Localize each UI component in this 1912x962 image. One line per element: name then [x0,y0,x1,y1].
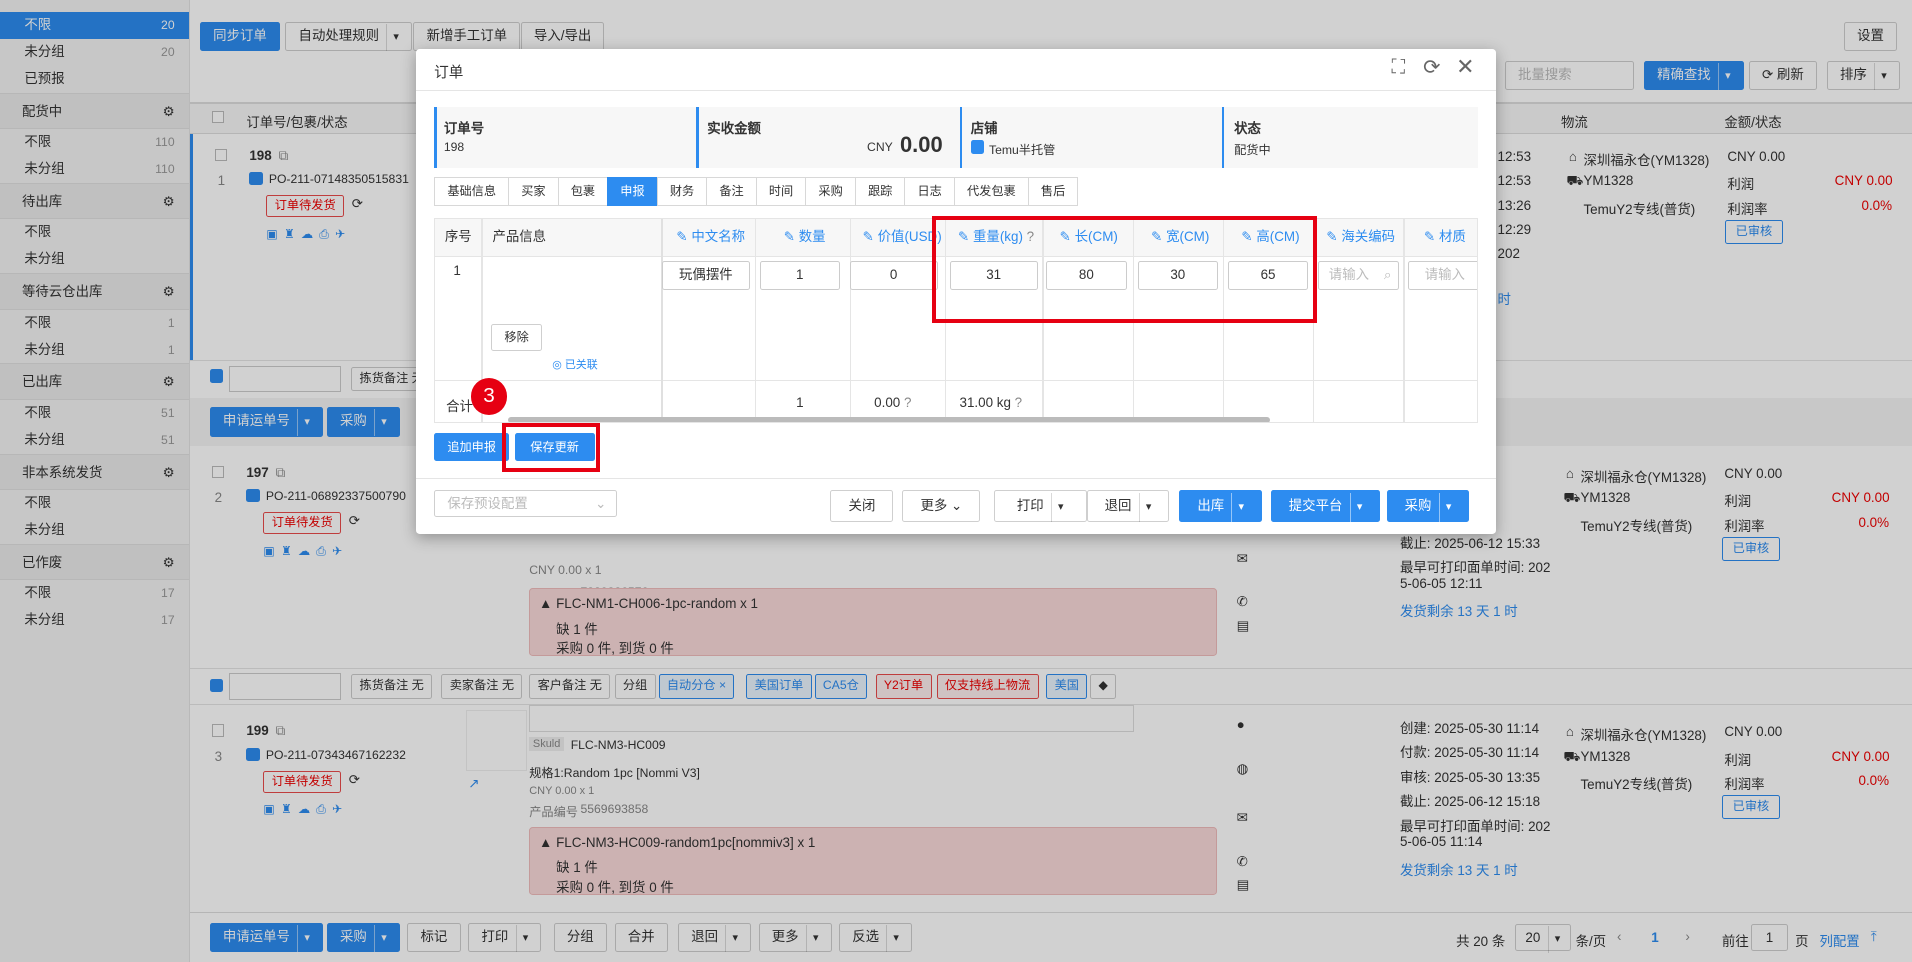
col-product: 产品信息 [492,229,547,245]
modal-tab[interactable]: 跟踪 [854,176,906,207]
step-badge: 3 [470,378,508,415]
highlight-box-dimensions [931,215,1318,324]
modal-tab[interactable]: 日志 [904,176,956,207]
qty-label: 数量 [798,229,826,245]
submit-platform-button[interactable]: 提交平台 ▾ [1270,490,1381,523]
total-value-text: 0.00 [874,394,901,410]
linked-label: 已关联 [564,358,598,371]
modal-return-label: 退回 [1104,498,1132,514]
highlight-box-save [502,423,600,472]
edit-icon: ✎ [862,229,878,245]
shop-value: Temu半托管 [988,143,1056,158]
modal-more-button[interactable]: 更多 ⌄ [902,490,981,522]
modal-tab[interactable]: 基础信息 [434,176,510,207]
modal-more-label: 更多 [920,498,948,514]
reload-icon[interactable]: ⟳ [1423,55,1440,80]
check-circle-icon: ◎ [552,358,565,371]
modal-tab[interactable]: 财务 [656,176,708,207]
horizontal-scrollbar[interactable] [508,416,1271,423]
received-amount-label: 实收金额 [707,121,761,137]
col-index: 序号 [444,229,472,245]
modal-tab[interactable]: 时间 [755,176,807,207]
chevron-down-icon: ▾ [1138,493,1151,523]
edit-icon: ✎ [783,229,799,245]
chevron-down-icon: ▾ [1438,493,1451,523]
modal-tab[interactable]: 代发包裹 [953,176,1029,207]
modal-return-button[interactable]: 退回 ▾ [1086,490,1170,523]
material-label: 材质 [1438,229,1466,245]
app-window: 不限 20 未分组 20 已预报 配货中 ⚙ 不限 110 未分组 110 待出库 ⚙ 不限 未分组 等待云仓… [0,0,1912,962]
close-icon[interactable]: ✕ [1456,54,1474,80]
remove-button[interactable]: 移除 [491,324,542,351]
modal-close-button[interactable]: 关闭 [830,490,894,522]
modal-tab[interactable]: 采购 [805,176,856,207]
preset-config-select[interactable]: 保存预设配置 ⌄ [434,490,618,518]
row-index: 1 [453,263,461,279]
edit-icon: ✎ [1326,229,1342,245]
temu-icon [970,140,985,154]
help-icon: ? [900,394,912,410]
linked-status: ◎ 已关联 [552,356,598,372]
currency-label: CNY [867,140,893,155]
shop-label: 店铺 [970,121,998,137]
edit-icon: ✎ [676,229,692,245]
modal-purchase-label: 采购 [1404,498,1432,514]
total-value: 0.00 ? [874,395,911,410]
order-no-label: 订单号 [443,121,485,137]
modal-title: 订单 [434,64,464,81]
chevron-down-icon: ⌄ [595,496,607,512]
col-cn-name: ✎ 中文名称 [664,219,757,256]
add-declare-button[interactable]: 追加申报 [434,432,510,461]
cn-name-input[interactable]: 玩偶摆件 [661,260,750,290]
edit-icon: ✎ [1423,229,1439,245]
preset-config-placeholder: 保存预设配置 [447,496,528,512]
customs-placeholder: 请输入 [1328,266,1370,282]
modal-tab[interactable]: 售后 [1027,176,1079,207]
outbound-label: 出库 [1197,498,1225,514]
total-weight-text: 31.00 kg [959,394,1011,410]
modal-purchase-button[interactable]: 采购 ▾ [1386,490,1470,523]
col-customs: ✎ 海关编码 [1316,219,1406,256]
total-qty: 1 [796,394,804,410]
order-no-value: 198 [443,140,465,155]
chevron-down-icon: ▾ [1050,493,1064,523]
order-info-panel: 订单号 198 实收金额 CNY 0.00 店铺 Temu半托管 状态 配货中 [434,107,1479,169]
order-modal: 订单 ⛶ ⟳ ✕ 订单号 198 实收金额 CNY 0.00 店铺 Temu半托… [415,48,1497,535]
col-material: ✎ 材质 [1406,219,1477,256]
modal-tab[interactable]: 买家 [508,176,559,207]
total-label: 合计 [446,398,473,414]
modal-print-label: 打印 [1016,498,1044,514]
modal-tabs: 基础信息 买家 包裹 申报 财务 备注 时间 采购 跟踪 日志 代发包裹 售后 [434,176,1079,207]
modal-tab[interactable]: 申报 [607,176,658,207]
status-label: 状态 [1234,121,1261,137]
customs-label: 海关编码 [1341,229,1396,245]
help-icon: ? [1010,394,1023,410]
chevron-down-icon: ▾ [1349,493,1362,523]
received-amount-value: 0.00 [899,131,943,157]
col-qty: ✎ 数量 [757,219,852,256]
fullscreen-icon[interactable]: ⛶ [1391,56,1405,79]
modal-tab[interactable]: 包裹 [557,176,609,207]
value-input[interactable]: 0 [849,260,938,290]
submit-platform-label: 提交平台 [1288,498,1343,514]
qty-input[interactable]: 1 [759,260,840,290]
outbound-button[interactable]: 出库 ▾ [1179,490,1263,523]
customs-input[interactable]: 请输入 ⌕ [1318,260,1399,290]
total-weight: 31.00 kg ? [960,395,1023,410]
chevron-down-icon: ▾ [1231,493,1244,523]
material-input[interactable]: 请输入 [1408,260,1478,290]
search-icon: ⌕ [1383,266,1392,282]
modal-print-button[interactable]: 打印 ▾ [993,490,1087,523]
cn-name-label: 中文名称 [691,229,746,245]
status-value: 配货中 [1234,143,1271,158]
modal-tab[interactable]: 备注 [706,176,757,207]
